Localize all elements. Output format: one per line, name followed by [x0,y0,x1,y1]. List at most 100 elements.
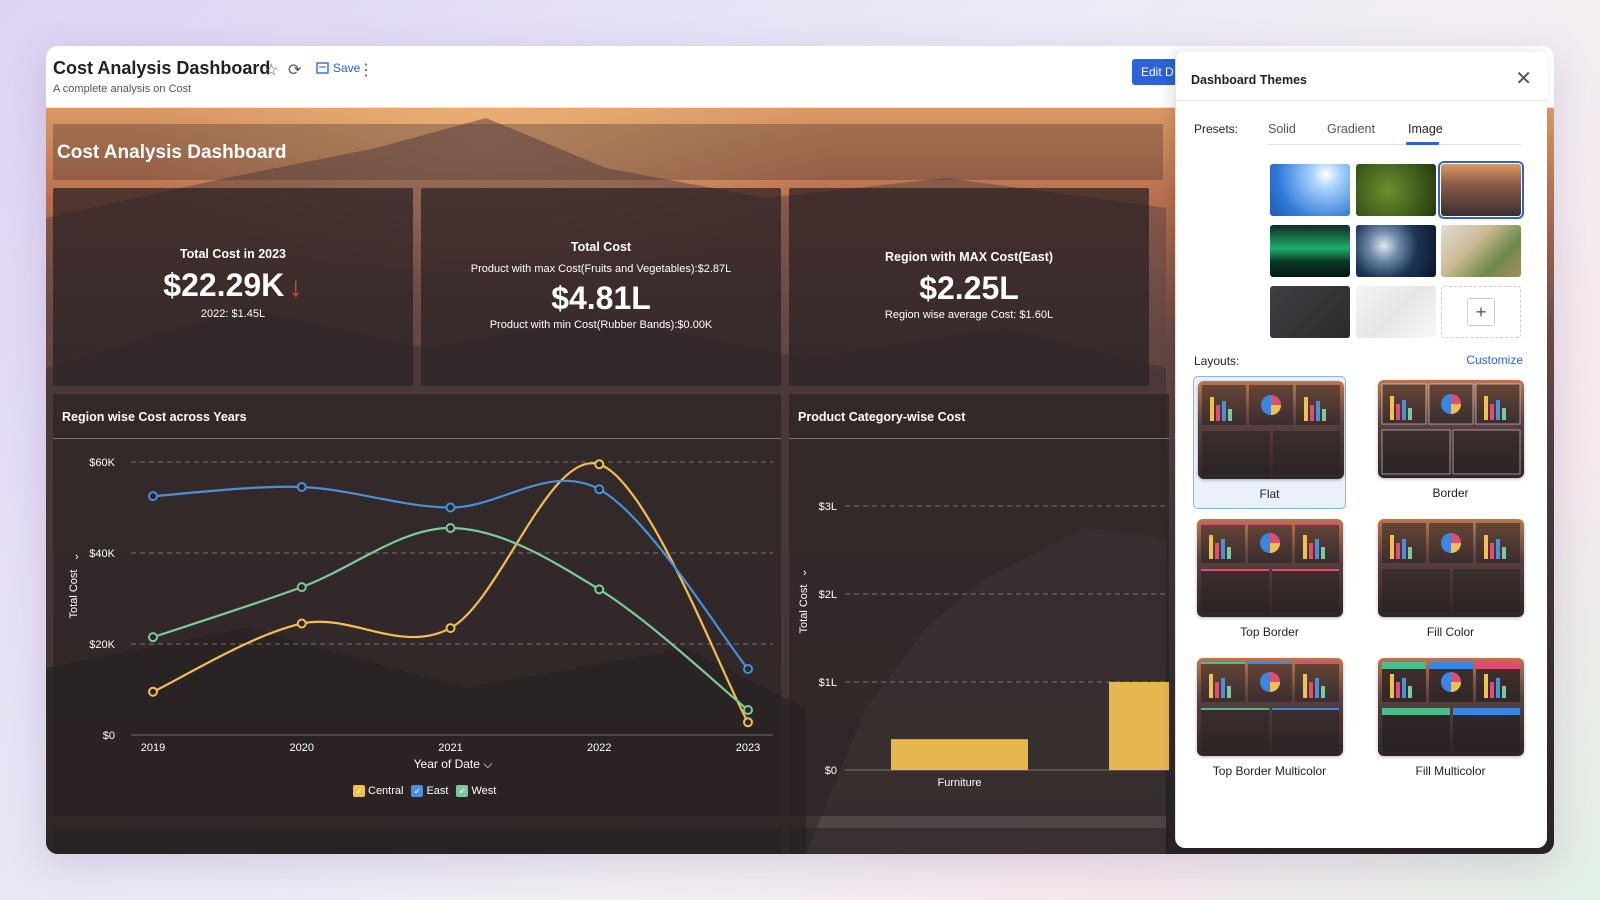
preview-bar [1496,678,1500,698]
theme-thumbnail-slate[interactable] [1270,286,1350,338]
theme-thumbnail-mountain-sunset[interactable] [1438,161,1524,219]
legend-item-central[interactable]: ✓ Central [353,785,403,797]
preview-bar [1316,401,1320,421]
layout-option-fill-multicolor[interactable]: Fill Multicolor [1374,654,1527,787]
layout-label: Fill Color [1426,625,1475,639]
star-icon[interactable]: ☆ [264,60,278,80]
kpi-sub: 2022: $1.45L [200,308,266,320]
refresh-icon[interactable]: ⟳ [288,60,301,80]
preview-top-border [1201,708,1269,710]
preview-card [1272,708,1339,752]
legend-item-east[interactable]: ✓ East [411,785,448,797]
data-point-west [743,704,753,715]
theme-thumbnail-plant-coins[interactable] [1441,225,1521,277]
preview-bar [1484,674,1488,698]
preview-bar [1321,686,1325,698]
preview-bar [1321,547,1325,559]
layout-preview-graphic [1201,662,1339,752]
preview-card [1202,431,1270,475]
y-tick-label: $20K [89,639,115,651]
product-category-chart-card[interactable]: Product Category-wise Cost $0 $1L $2L $3L To… [789,394,1169,816]
preview-bar [1210,397,1214,421]
legend-item-west[interactable]: ✓ West [456,785,496,797]
tab-solid[interactable]: Solid [1268,122,1296,136]
preview-bar [1402,400,1406,420]
more-options-icon[interactable]: ⋮ [358,60,374,80]
save-icon [316,62,329,74]
layout-preview-graphic [1201,523,1339,613]
preview-bar [1215,682,1219,698]
close-icon[interactable]: ✕ [1515,66,1532,91]
bar-chart[interactable]: $0$1L$2L$3LTotal Cost›FurniturePro [789,394,1169,816]
preview-bar [1310,405,1314,421]
preview-bar [1484,396,1488,420]
theme-thumbnail-forest[interactable] [1356,164,1436,216]
data-point-east [445,502,456,513]
preview-bar [1402,539,1406,559]
preview-fill-header [1382,708,1450,715]
kpi-title: Region with MAX Cost(East) [884,250,1054,264]
layout-option-fill-color[interactable]: Fill Color [1374,515,1527,648]
preview-bar [1408,547,1412,559]
data-point-west [148,632,158,643]
preview-bar [1484,535,1488,559]
save-button[interactable]: Save [316,61,360,75]
layout-preview-graphic [1382,523,1520,613]
kpi-sub: Product with min Cost(Rubber Bands):$0.0… [489,319,713,331]
active-tab-indicator [1406,142,1439,145]
x-axis-label: Year of Date ⌵ [414,757,493,771]
series-line-west [152,526,749,711]
layout-preview [1378,658,1524,756]
x-tick-label: Furniture [937,777,981,789]
layout-preview [1378,519,1524,617]
theme-thumbnail-sky[interactable] [1270,164,1350,216]
layout-label: Border [1432,486,1469,500]
kpi-region-max-cost[interactable]: Region with MAX Cost(East) $2.25L Region… [789,188,1149,386]
preview-fill-header [1453,708,1520,715]
preview-top-border [1295,523,1339,525]
dashboard-themes-panel: Dashboard Themes ✕ Presets: Solid Gradie… [1175,52,1547,848]
layout-preview-graphic [1202,385,1340,475]
layout-option-flat[interactable]: Flat [1193,376,1346,509]
dashboard-window: Cost Analysis Dashboard A complete analy… [46,46,1554,854]
preview-bar [1390,535,1394,559]
layout-option-top-border-multicolor[interactable]: Top Border Multicolor [1193,654,1346,787]
preview-card [1381,429,1451,475]
bar-pro [1109,682,1169,770]
preview-bar [1396,404,1400,420]
preview-fill-header [1429,662,1473,669]
kpi-title: Total Cost in 2023 [179,247,287,261]
preview-bar [1209,535,1213,559]
preview-card [1452,429,1521,475]
kpi-total-cost-2023[interactable]: Total Cost in 2023 $22.29K ↓ 2022: $1.45… [53,188,413,386]
kpi-total-cost[interactable]: Total Cost Product with max Cost(Fruits … [421,188,781,386]
kpi-title: Total Cost [570,240,632,254]
line-chart[interactable]: $0 $20K $40K $60K 2019 2020 2021 2022 2023 Year o… [53,394,781,816]
preview-bar [1227,686,1231,698]
y-tick-label: $1L [819,677,837,689]
data-point-central [148,686,158,697]
add-theme-button[interactable]: + [1441,286,1521,338]
customize-link[interactable]: Customize [1466,353,1523,367]
kpi-top-note: Product with max Cost(Fruits and Vegetab… [470,263,732,275]
layout-preview-graphic [1382,662,1520,752]
chevron-right-icon: › [803,567,807,579]
chevron-right-icon: › [75,551,79,563]
preview-top-border [1295,662,1339,664]
layout-option-border[interactable]: Border [1374,376,1527,509]
theme-thumbnail-paper[interactable] [1356,286,1436,338]
tab-gradient[interactable]: Gradient [1327,122,1375,136]
preview-bar [1496,400,1500,420]
preview-bar [1490,543,1494,559]
x-tick-label: 2021 [438,742,462,754]
tab-image[interactable]: Image [1408,122,1443,136]
theme-thumbnail-aurora[interactable] [1270,225,1350,277]
preview-bar [1322,409,1326,421]
preview-top-border [1201,662,1245,664]
theme-thumbnail-space[interactable] [1356,225,1436,277]
layout-option-top-border[interactable]: Top Border [1193,515,1346,648]
region-cost-chart-card[interactable]: Region wise Cost across Years $0 $20K $40K… [53,394,781,816]
layout-label: Top Border Multicolor [1212,764,1327,778]
x-tick-label: 2022 [587,742,611,754]
preview-bar [1216,405,1220,421]
